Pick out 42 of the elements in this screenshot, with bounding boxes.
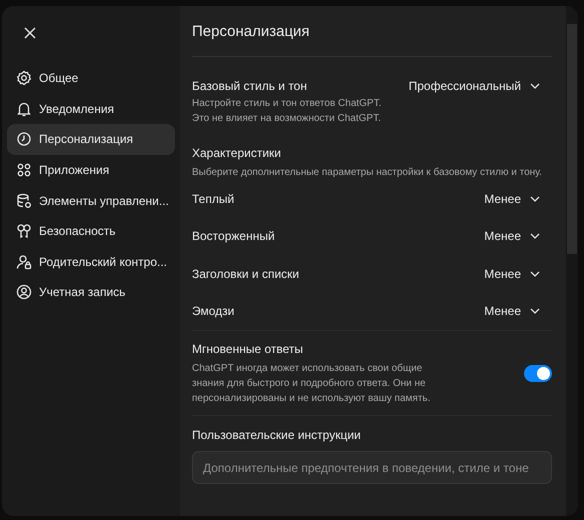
setting-label: Базовый стиль и тон (192, 79, 307, 93)
level-dropdown[interactable]: Менее (484, 229, 552, 244)
level-dropdown[interactable]: Менее (484, 192, 552, 206)
bell-icon (16, 100, 32, 117)
section-label: Характеристики (192, 146, 281, 160)
settings-icon (16, 70, 32, 86)
chevron-down-icon (530, 233, 540, 240)
chevron-down-icon (530, 270, 540, 277)
sidebar-item[interactable]: Родительский контро... (7, 246, 175, 278)
page-title: Персонализация (192, 22, 311, 42)
section-description: Выберите дополнительные параметры настройки к базовому стилю и тону. (192, 166, 543, 180)
style-dropdown[interactable]: Профессиональный (408, 79, 552, 93)
person-lock-icon (16, 254, 32, 270)
instructions-field[interactable]: Дополнительные предпочтения в поведении, стиле и тоне (192, 451, 552, 484)
setting-label: Мгновенные ответы (192, 342, 304, 356)
sidebar-item[interactable]: Персонализация (7, 124, 175, 155)
sidebar-item[interactable]: Общее (7, 63, 175, 94)
setting-label: Теплый (192, 192, 234, 206)
setting-label: Заголовки и списки (192, 266, 300, 281)
sidebar-item[interactable]: Учетная запись (7, 277, 175, 308)
sidebar-item[interactable]: Уведомления (7, 94, 175, 124)
setting-label: Пользовательские инструкции (192, 428, 361, 442)
sidebar-item[interactable]: Элементы управлени... (7, 185, 175, 216)
sidebar-item[interactable]: Приложения (7, 154, 175, 186)
setting-description: ChatGPT иногда может использовать свои общие знания для быстрого и подробного ответа. Они не персонализированы и не используют вашу память. (192, 362, 430, 406)
user-circle-icon (16, 284, 32, 300)
chevron-down-icon (530, 308, 540, 314)
close-icon (23, 26, 37, 40)
setting-label: Эмодзи (192, 304, 234, 318)
apps-grid-icon (16, 162, 32, 178)
scrollbar[interactable] (566, 6, 578, 516)
sidebar-item[interactable]: Безопасность (7, 216, 175, 247)
clock-icon (16, 131, 32, 148)
level-dropdown[interactable]: Менее (484, 304, 552, 318)
database-icon (16, 192, 32, 209)
chevron-down-icon (530, 83, 540, 89)
level-dropdown[interactable]: Менее (484, 266, 552, 281)
keys-icon (16, 223, 32, 240)
toggle-switch[interactable] (524, 364, 552, 382)
setting-description: Настройте стиль и тон ответов ChatGPT. Это не влияет на возможности ChatGPT. (192, 97, 382, 126)
setting-label: Восторженный (192, 229, 275, 244)
chevron-down-icon (530, 196, 540, 202)
